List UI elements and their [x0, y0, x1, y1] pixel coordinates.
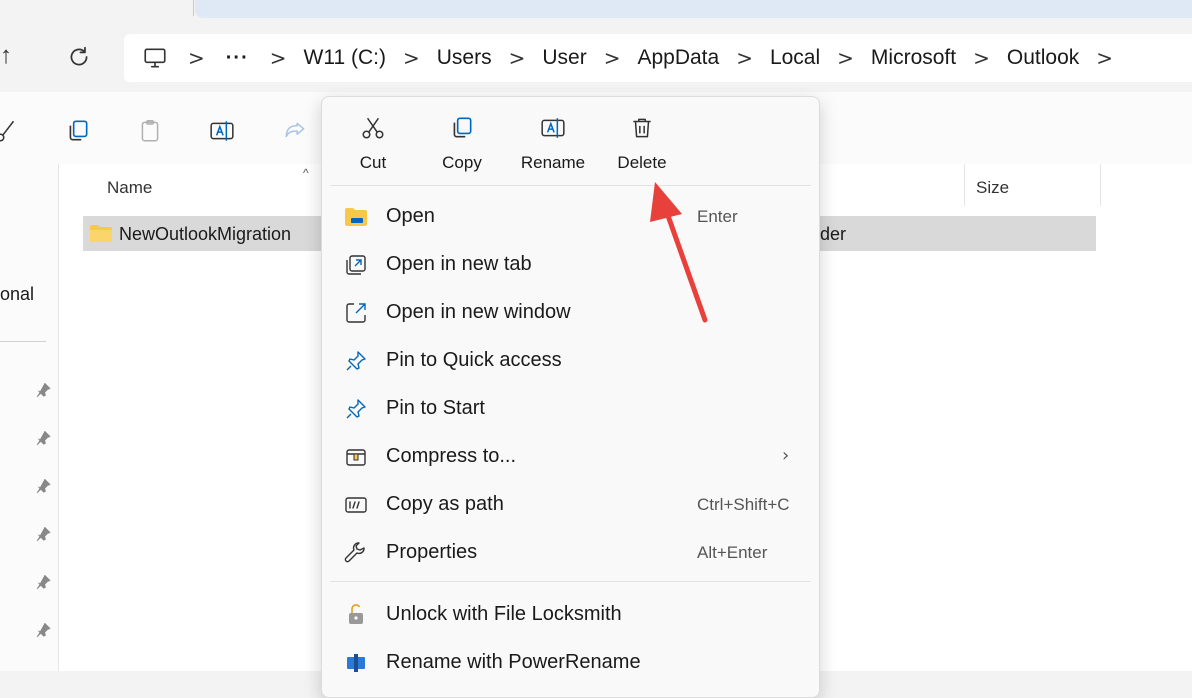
column-header-name[interactable]: Name — [107, 178, 152, 198]
menu-item-unlock-with-file-locksmith[interactable]: Unlock with File Locksmith — [322, 591, 819, 639]
menu-item-label: Pin to Quick access — [386, 349, 562, 371]
paste-icon[interactable] — [137, 118, 163, 144]
pin-icon — [346, 399, 366, 419]
folder-icon — [345, 208, 367, 226]
shortcut-text: Ctrl+Shift+C — [697, 495, 790, 514]
menu-item-label: Open — [386, 205, 435, 227]
menu-item-copy-as-path[interactable]: Copy as path Ctrl+Shift+C — [322, 481, 819, 529]
rename-icon[interactable] — [209, 118, 235, 144]
sidebar-divider — [0, 341, 46, 342]
menu-divider — [330, 185, 811, 186]
cut-button[interactable]: Cut — [333, 97, 413, 183]
copy-icon[interactable] — [65, 118, 91, 144]
context-menu: Cut Copy Rename Delete Open Enter Open i… — [321, 96, 820, 698]
pin-icon — [36, 430, 51, 446]
menu-item-rename-with-powerrename[interactable]: Rename with PowerRename — [322, 639, 819, 687]
breadcrumb-separator[interactable]: > — [1096, 46, 1113, 70]
cut-label: Cut — [359, 153, 387, 172]
copy-path-icon — [345, 497, 367, 513]
breadcrumb-outlook[interactable]: Outlook — [1007, 46, 1079, 70]
share-icon[interactable] — [282, 118, 308, 144]
active-tab[interactable] — [195, 0, 1192, 18]
breadcrumb-user[interactable]: User — [542, 46, 586, 70]
trash-icon — [633, 118, 651, 138]
breadcrumb-local[interactable]: Local — [770, 46, 820, 70]
menu-item-compress-to[interactable]: Compress to... › — [322, 433, 819, 481]
breadcrumb-separator: > — [973, 46, 990, 70]
copy-icon — [453, 117, 472, 138]
copy-label: Copy — [442, 153, 482, 172]
breadcrumb-separator: > — [188, 46, 205, 70]
open-new-window-icon — [346, 303, 366, 323]
tab-separator — [193, 0, 194, 16]
this-pc-icon[interactable] — [142, 45, 168, 71]
delete-button[interactable]: Delete — [602, 97, 682, 183]
chevron-right-icon: › — [782, 445, 790, 466]
menu-item-label: Unlock with File Locksmith — [386, 603, 622, 625]
zip-icon — [346, 449, 366, 466]
up-arrow-icon[interactable]: ↑ — [0, 42, 12, 70]
lock-icon — [349, 604, 363, 624]
scissors-icon — [362, 117, 384, 139]
menu-item-label: Open in new window — [386, 301, 571, 323]
quick-actions-bar: Cut Copy Rename Delete — [322, 97, 819, 183]
breadcrumb-separator: > — [402, 46, 420, 70]
wrench-icon — [344, 542, 365, 563]
pin-icon — [36, 574, 51, 590]
powerrename-icon — [347, 654, 365, 672]
menu-item-pin-to-quick-access[interactable]: Pin to Quick access — [322, 337, 819, 385]
sidebar-item-label[interactable]: onal — [0, 284, 34, 305]
file-type: lder — [816, 224, 847, 244]
breadcrumb-separator: > — [508, 46, 526, 70]
breadcrumb-microsoft[interactable]: Microsoft — [871, 46, 956, 70]
navigation-bar: ↑ > ··· > W11 (C:) > Users > User > AppD… — [0, 22, 1192, 92]
scissors-icon[interactable] — [0, 118, 20, 144]
menu-item-label: Copy as path — [386, 493, 504, 515]
breadcrumb-appdata[interactable]: AppData — [637, 46, 719, 70]
menu-item-label: Pin to Start — [386, 397, 485, 419]
menu-item-open-in-new-tab[interactable]: Open in new tab — [322, 241, 819, 289]
rename-icon — [541, 118, 565, 138]
tab-strip — [0, 0, 1192, 22]
column-divider[interactable] — [964, 164, 965, 206]
menu-item-properties[interactable]: Properties Alt+Enter — [322, 529, 819, 577]
open-new-tab-icon — [346, 255, 366, 275]
pin-icon — [346, 351, 366, 371]
breadcrumb-separator: > — [269, 46, 287, 70]
refresh-icon[interactable] — [66, 44, 92, 70]
pin-icon — [36, 526, 51, 542]
menu-item-open-in-new-window[interactable]: Open in new window — [322, 289, 819, 337]
pin-icon — [36, 478, 51, 494]
file-name[interactable]: NewOutlookMigration — [119, 224, 291, 245]
address-bar[interactable]: > ··· > W11 (C:) > Users > User > AppDat… — [124, 34, 1192, 82]
folder-icon — [90, 225, 112, 242]
menu-item-label: Compress to... — [386, 445, 517, 467]
delete-label: Delete — [617, 153, 667, 172]
menu-item-label: Open in new tab — [386, 253, 532, 275]
column-divider[interactable] — [1100, 164, 1101, 206]
breadcrumb-separator: > — [603, 46, 621, 70]
breadcrumb-users[interactable]: Users — [437, 46, 492, 70]
copy-button[interactable]: Copy — [422, 97, 502, 183]
pin-icon — [36, 622, 51, 638]
shortcut-text: Enter — [697, 207, 738, 226]
rename-label: Rename — [520, 153, 586, 172]
breadcrumb-overflow-button[interactable]: ··· — [226, 47, 249, 70]
navigation-pane: onal — [0, 164, 59, 671]
pin-icon — [36, 382, 51, 398]
menu-item-label: Properties — [386, 541, 478, 563]
column-header-size[interactable]: Size — [976, 178, 1009, 198]
menu-item-pin-to-start[interactable]: Pin to Start — [322, 385, 819, 433]
menu-item-open[interactable]: Open Enter — [322, 193, 819, 241]
breadcrumb-drive[interactable]: W11 (C:) — [304, 46, 386, 70]
menu-divider — [330, 581, 811, 582]
breadcrumb-separator: > — [736, 46, 753, 70]
sort-indicator-icon: ^ — [303, 166, 309, 180]
shortcut-text: Alt+Enter — [697, 543, 768, 562]
rename-button[interactable]: Rename — [513, 97, 593, 183]
breadcrumb-separator: > — [837, 46, 854, 70]
